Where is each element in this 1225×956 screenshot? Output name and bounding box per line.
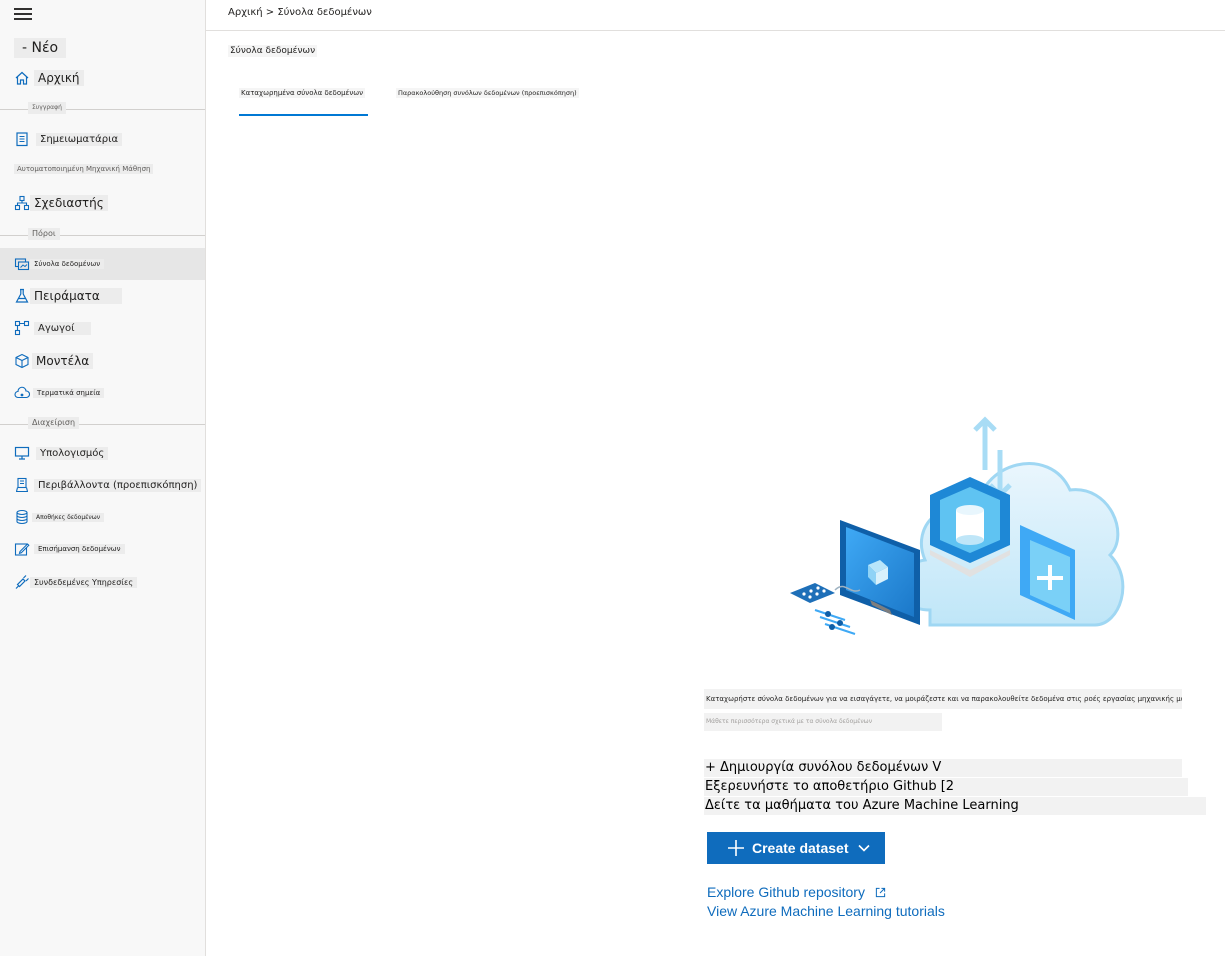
- edit-icon: [14, 541, 30, 557]
- chevron-down-icon: [858, 844, 870, 852]
- hamburger-menu-icon[interactable]: [14, 8, 32, 22]
- cube-icon: [14, 353, 30, 369]
- database-icon: [14, 509, 30, 525]
- flask-icon: [14, 288, 30, 304]
- sidebar-item-label: Αρχική: [34, 70, 84, 86]
- environment-icon: [14, 477, 30, 493]
- dataset-icon: [14, 256, 30, 272]
- sidebar-item-label: Αγωγοί: [34, 321, 91, 335]
- sidebar-item-endpoints[interactable]: Τερματικά σημεία: [0, 377, 205, 409]
- monitor-icon: [14, 445, 30, 461]
- sidebar-item-label: Συνδεδεμένες Υπηρεσίες: [30, 576, 138, 588]
- breadcrumb[interactable]: Αρχική > Σύνολα δεδομένων: [228, 7, 372, 18]
- sidebar-item-label: Μοντέλα: [32, 353, 94, 369]
- sidebar-item-notebooks[interactable]: Σημειωματάρια: [0, 123, 205, 155]
- sidebar-item-experiments[interactable]: Πειράματα: [0, 280, 205, 312]
- tab-dataset-monitors[interactable]: Παρακολούθηση συνόλων δεδομένων (προεπισ…: [396, 88, 579, 98]
- sidebar-item-environments[interactable]: Περιβάλλοντα (προεπισκόπηση): [0, 469, 205, 501]
- sidebar-item-pipelines[interactable]: Αγωγοί: [0, 312, 205, 344]
- sidebar-item-label: Αποθήκες δεδομένων: [32, 512, 105, 522]
- empty-state-description: Καταχωρήστε σύνολα δεδομένων για να εισα…: [704, 689, 1182, 709]
- plus-icon: [728, 840, 744, 856]
- sidebar-item-models[interactable]: Μοντέλα: [0, 345, 205, 377]
- sidebar-item-datasets[interactable]: Σύνολα δεδομένων: [0, 248, 205, 280]
- sidebar-item-linked-services[interactable]: Συνδεδεμένες Υπηρεσίες: [0, 566, 205, 598]
- sidebar-item-label: Περιβάλλοντα (προεπισκόπηση): [34, 478, 202, 492]
- sidebar-item-compute[interactable]: Υπολογισμός: [0, 437, 205, 469]
- view-tutorials-link[interactable]: View Azure Machine Learning tutorials: [707, 903, 945, 919]
- translated-github-line: Εξερευνήστε το αποθετήριο Github [2: [704, 778, 1188, 796]
- sidebar-item-data-labeling[interactable]: Επισήμανση δεδομένων: [0, 533, 205, 565]
- sidebar-item-label: Σχεδιαστής: [30, 195, 108, 211]
- sidebar-item-label: Επισήμανση δεδομένων: [34, 544, 125, 554]
- sidebar-item-label: Υπολογισμός: [36, 446, 109, 460]
- notebook-icon: [14, 131, 30, 147]
- home-icon: [14, 70, 30, 86]
- datasets-illustration: [790, 416, 1125, 635]
- top-bar: Αρχική > Σύνολα δεδομένων: [206, 0, 1225, 31]
- cloud-endpoint-icon: [14, 385, 30, 401]
- active-tab-indicator: [239, 114, 368, 116]
- translated-tutorials-line: Δείτε τα μαθήματα του Azure Machine Lear…: [704, 797, 1206, 815]
- sidebar: - Νέο Αρχική Συγγραφή Σημειωματάρια Αυτο…: [0, 0, 206, 956]
- page-title: Σύνολα δεδομένων: [228, 45, 318, 57]
- designer-icon: [14, 195, 30, 211]
- section-manage: Διαχείριση: [0, 417, 205, 431]
- sidebar-item-label: Τερματικά σημεία: [33, 388, 105, 398]
- plug-icon: [14, 574, 30, 590]
- new-button[interactable]: - Νέο: [14, 38, 67, 58]
- sidebar-item-datastores[interactable]: Αποθήκες δεδομένων: [0, 501, 205, 533]
- create-dataset-button[interactable]: Create dataset: [707, 832, 885, 864]
- create-dataset-label: Create dataset: [752, 840, 849, 856]
- sidebar-item-label: Πειράματα: [30, 288, 122, 304]
- sidebar-item-home[interactable]: Αρχική: [0, 62, 205, 94]
- translated-create-line: + Δημιουργία συνόλου δεδομένων V: [704, 759, 1182, 777]
- sidebar-item-label: Σύνολα δεδομένων: [30, 259, 105, 269]
- sidebar-item-label: Σημειωματάρια: [36, 132, 123, 146]
- explore-github-link[interactable]: Explore Github repository: [707, 884, 886, 900]
- sidebar-item-automl[interactable]: Αυτοματοποιημένη Μηχανική Μάθηση: [14, 164, 154, 174]
- tab-registered-datasets[interactable]: Καταχωρημένα σύνολα δεδομένων: [239, 88, 366, 98]
- pipeline-icon: [14, 320, 30, 336]
- section-assets: Πόροι: [0, 228, 205, 242]
- external-link-icon: [875, 887, 885, 898]
- sidebar-item-designer[interactable]: Σχεδιαστής: [0, 187, 205, 219]
- empty-state-learn-more: Μάθετε περισσότερα σχετικά με τα σύνολα …: [704, 713, 942, 731]
- section-author: Συγγραφή: [0, 102, 205, 116]
